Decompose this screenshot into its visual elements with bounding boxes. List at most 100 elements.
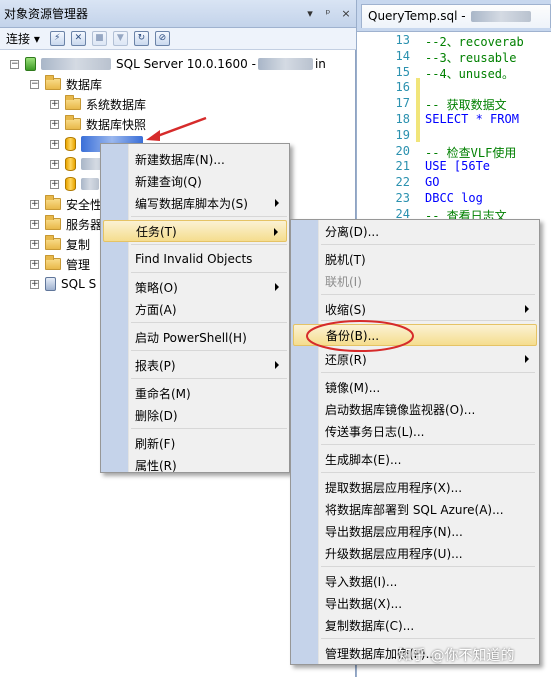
tree-database-node[interactable]: + — [50, 174, 99, 194]
tree-snapshots-node[interactable]: + 数据库快照 — [50, 114, 146, 134]
tree-agent-node[interactable]: + SQL S — [30, 274, 96, 294]
line-number: 13 — [395, 33, 410, 47]
code-line[interactable]: --2、recoverab — [425, 33, 524, 50]
object-explorer-titlebar: 对象资源管理器 ▾ ᵖ × — [0, 0, 356, 28]
context-menu-item[interactable]: 属性(R) — [103, 454, 287, 476]
code-line[interactable]: DBCC log — [425, 191, 483, 205]
tasks-submenu-item[interactable]: 升级数据层应用程序(U)... — [293, 542, 537, 564]
expand-icon[interactable]: + — [30, 219, 39, 229]
collapse-icon[interactable]: − — [10, 59, 19, 69]
folder-icon — [65, 95, 81, 110]
tab-querytemp[interactable]: QueryTemp.sql - — [361, 4, 551, 28]
close-icon[interactable]: × — [338, 6, 354, 22]
menu-separator — [131, 378, 287, 379]
collapse-icon[interactable]: − — [30, 79, 39, 89]
tasks-submenu-item[interactable]: 提取数据层应用程序(X)... — [293, 476, 537, 498]
folder-icon — [45, 255, 61, 270]
menu-item-label: 报表(P) — [135, 358, 176, 373]
context-menu-item[interactable]: 方面(A) — [103, 298, 287, 320]
context-menu-item[interactable]: 删除(D) — [103, 404, 287, 426]
context-menu-item[interactable]: Find Invalid Objects — [103, 248, 287, 270]
context-menu-item[interactable]: 重命名(M) — [103, 382, 287, 404]
menu-separator — [131, 322, 287, 323]
tasks-submenu-item[interactable]: 导出数据(X)... — [293, 592, 537, 614]
dropdown-icon[interactable]: ▾ — [302, 6, 318, 22]
tasks-submenu-item[interactable]: 导入数据(I)... — [293, 570, 537, 592]
context-menu-item[interactable]: 新建数据库(N)... — [103, 148, 287, 170]
menu-separator — [321, 244, 535, 245]
tree-server-objects-node[interactable]: + 服务器 — [30, 214, 102, 234]
tree-replication-node[interactable]: + 复制 — [30, 234, 90, 254]
menu-separator — [321, 294, 535, 295]
replication-label: 复制 — [66, 237, 91, 252]
tasks-submenu-item[interactable]: 收缩(S) — [293, 298, 537, 320]
disconnect-icon[interactable]: ✕ — [70, 31, 86, 46]
database-icon — [65, 177, 76, 191]
tree-security-node[interactable]: + 安全性 — [30, 194, 102, 214]
server-user-blurred — [257, 58, 313, 70]
change-marker — [416, 78, 420, 142]
object-explorer-toolbar: 连接 ▾ ⚡ ✕ ■ ▼ ↻ ⊘ — [0, 28, 356, 50]
context-menu-item[interactable]: 任务(T) — [103, 220, 287, 242]
expand-icon[interactable]: + — [30, 279, 39, 289]
expand-icon[interactable]: + — [30, 199, 39, 209]
code-line[interactable]: -- 检查VLF使用 — [425, 144, 516, 161]
pin-icon[interactable]: ᵖ — [320, 6, 336, 22]
server-suffix: in — [314, 57, 326, 71]
code-line[interactable]: --4、unused。 — [425, 65, 514, 82]
tasks-submenu-item[interactable]: 将数据库部署到 SQL Azure(A)... — [293, 498, 537, 520]
server-label: SQL Server 10.0.1600 - — [116, 57, 256, 71]
expand-icon[interactable]: + — [50, 159, 59, 169]
connect-icon[interactable]: ⚡ — [49, 31, 65, 46]
tasks-submenu-item[interactable]: 传送事务日志(L)... — [293, 420, 537, 442]
activity-icon[interactable]: ⊘ — [154, 31, 170, 46]
tasks-submenu-item[interactable]: 启动数据库镜像监视器(O)... — [293, 398, 537, 420]
tasks-submenu-item[interactable]: 导出数据层应用程序(N)... — [293, 520, 537, 542]
menu-item-label: 重命名(M) — [135, 386, 191, 401]
stop-icon: ■ — [91, 31, 107, 46]
folder-icon — [45, 75, 61, 90]
submenu-arrow-icon — [274, 228, 278, 236]
expand-icon[interactable]: + — [50, 119, 59, 129]
code-line[interactable]: SELECT * FROM — [425, 112, 519, 126]
expand-icon[interactable]: + — [30, 239, 39, 249]
code-line[interactable]: GO — [425, 175, 439, 189]
connect-button[interactable]: 连接 ▾ — [6, 30, 40, 47]
tasks-submenu-item[interactable]: 分离(D)... — [293, 220, 537, 242]
menu-item-label: 分离(D)... — [325, 224, 380, 239]
menu-item-label: 启动 PowerShell(H) — [135, 330, 247, 345]
expand-icon[interactable]: + — [50, 99, 59, 109]
context-menu-item[interactable]: 策略(O) — [103, 276, 287, 298]
code-line[interactable]: --3、reusable — [425, 49, 516, 66]
context-menu-item[interactable]: 刷新(F) — [103, 432, 287, 454]
menu-item-label: 导出数据层应用程序(N)... — [325, 524, 463, 539]
code-line[interactable]: -- 获取数据文 — [425, 96, 507, 113]
tasks-submenu-item[interactable]: 脱机(T) — [293, 248, 537, 270]
code-line[interactable]: USE [56Te — [425, 159, 490, 173]
expand-icon[interactable]: + — [30, 259, 39, 269]
tasks-submenu: 分离(D)... 脱机(T) 联机(I) 收缩(S) 备份(B)... 还原(R) 镜像(M… — [290, 219, 540, 665]
tasks-submenu-item[interactable]: 复制数据库(C)... — [293, 614, 537, 636]
context-menu-item[interactable]: 启动 PowerShell(H) — [103, 326, 287, 348]
tree-system-databases-node[interactable]: + 系统数据库 — [50, 94, 146, 114]
server-objects-label: 服务器 — [66, 217, 103, 232]
expand-icon[interactable]: + — [50, 179, 59, 189]
tab-title: QueryTemp.sql - — [368, 9, 466, 23]
tasks-submenu-item[interactable]: 生成脚本(E)... — [293, 448, 537, 470]
tree-databases-node[interactable]: − 数据库 — [30, 74, 102, 94]
refresh-icon[interactable]: ↻ — [133, 31, 149, 46]
line-number: 16 — [395, 80, 410, 95]
tasks-submenu-item[interactable]: 镜像(M)... — [293, 376, 537, 398]
line-number: 20 — [395, 143, 410, 158]
context-menu-item[interactable]: 编写数据库脚本为(S) — [103, 192, 287, 214]
context-menu-item[interactable]: 新建查询(Q) — [103, 170, 287, 192]
menu-item-label: 提取数据层应用程序(X)... — [325, 480, 463, 495]
expand-icon[interactable]: + — [50, 139, 59, 149]
system-databases-label: 系统数据库 — [86, 97, 147, 112]
tree-management-node[interactable]: + 管理 — [30, 254, 90, 274]
menu-item-label: 新建查询(Q) — [135, 174, 202, 189]
menu-separator — [321, 638, 535, 639]
tree-server-node[interactable]: − SQL Server 10.0.1600 - in — [10, 54, 326, 74]
context-menu-item[interactable]: 报表(P) — [103, 354, 287, 376]
menu-item-label: 编写数据库脚本为(S) — [135, 196, 248, 211]
